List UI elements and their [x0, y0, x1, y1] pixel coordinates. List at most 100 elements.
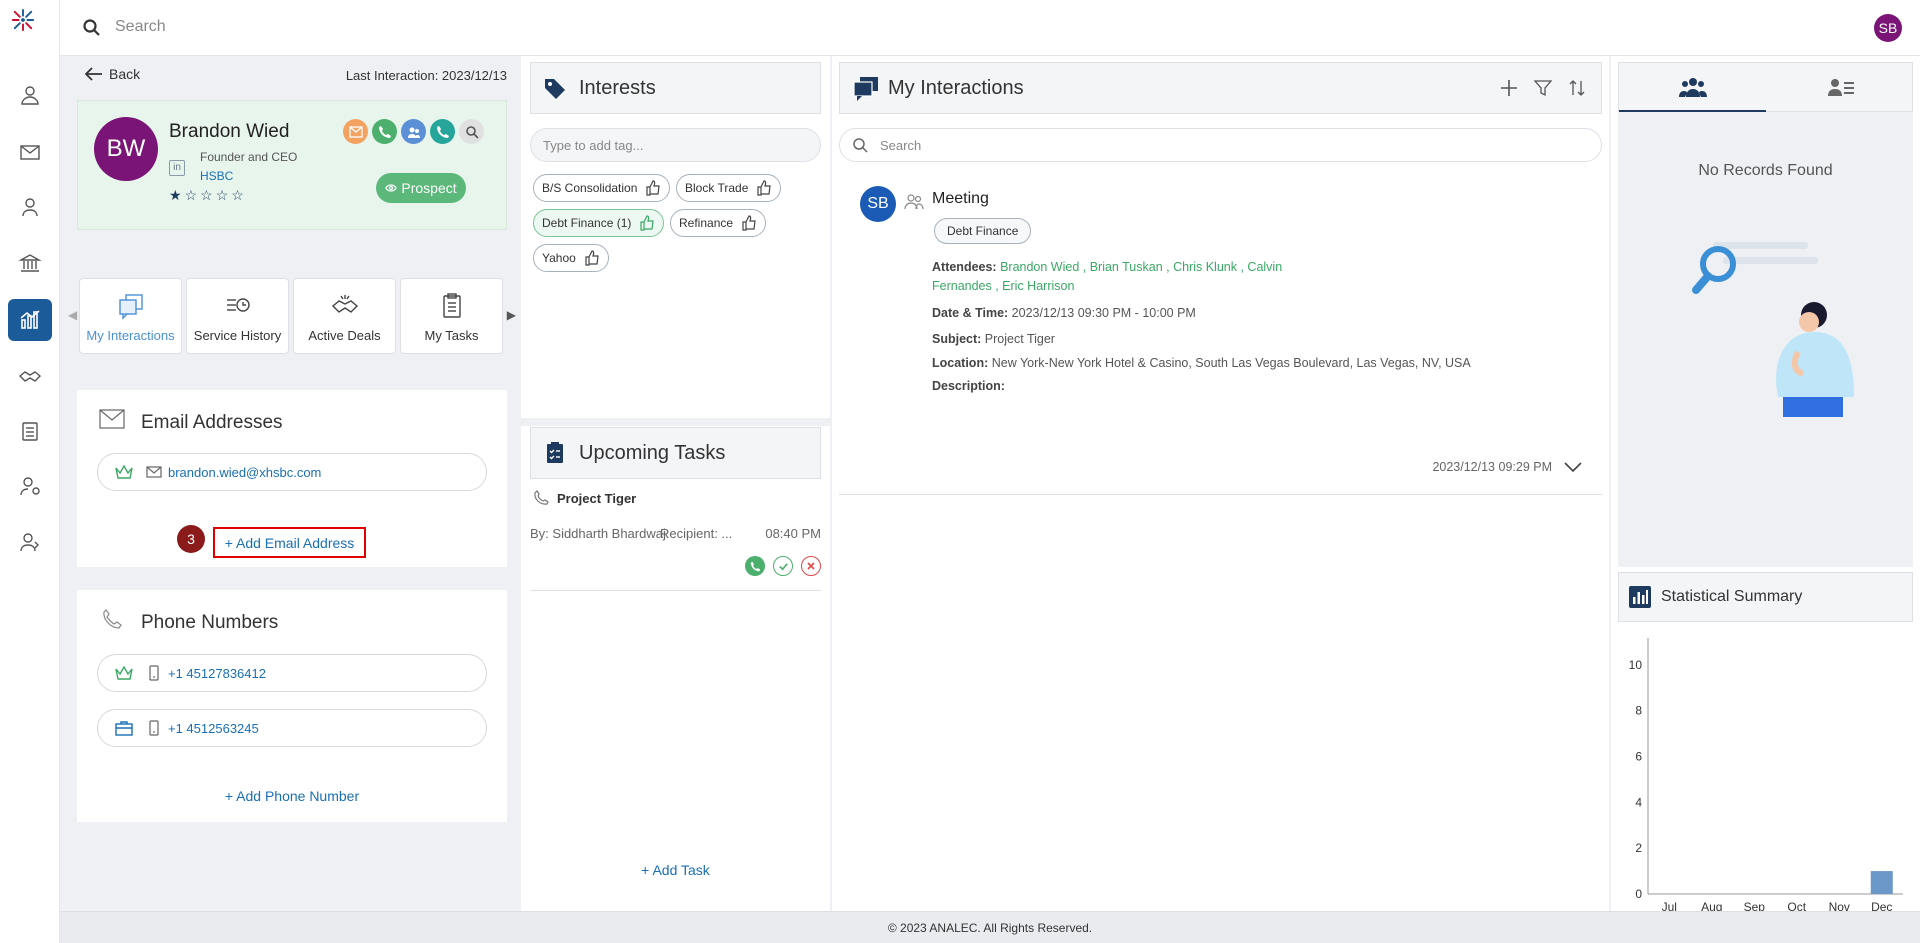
arrow-left-icon — [85, 67, 102, 81]
interest-tag[interactable]: Block Trade — [676, 174, 782, 202]
nav-user-settings-icon[interactable] — [8, 465, 52, 507]
phone-value[interactable]: +1 4512563245 — [168, 721, 259, 736]
thumbs-up-icon[interactable] — [584, 250, 600, 266]
thumbs-up-icon[interactable] — [639, 215, 655, 231]
side-column: No Records Found Statistical Summary 0 2 4… — [1611, 56, 1920, 912]
phone-action-icon[interactable] — [372, 119, 397, 144]
thumbs-up-icon[interactable] — [645, 180, 661, 196]
task-recipient: Recipient: ... — [660, 526, 733, 541]
eye-icon — [385, 184, 398, 192]
status-badge[interactable]: Prospect — [376, 173, 466, 203]
phone-numbers-card: Phone Numbers +1 45127836412 +1 45125632… — [77, 590, 507, 822]
task-time: 08:40 PM — [765, 526, 821, 541]
tabs-scroll-left-icon[interactable]: ◀ — [68, 308, 77, 322]
task-call-icon[interactable] — [745, 556, 765, 576]
interactions-title: My Interactions — [888, 77, 1024, 99]
tag-label: Debt Finance (1) — [542, 216, 632, 230]
y-tick-label: 10 — [1629, 658, 1643, 672]
task-owner: By: Siddharth Bhardwaj — [530, 526, 666, 541]
star-empty-icon[interactable]: ☆ — [200, 187, 213, 204]
tab-label: Service History — [193, 328, 282, 343]
nav-analytics-icon[interactable] — [8, 299, 52, 341]
contact-tabs: ◀ My Interactions Service History Active… — [68, 278, 516, 356]
interactions-tools — [1499, 77, 1587, 99]
interactions-search-input[interactable]: Search — [839, 128, 1602, 162]
contact-card-icon — [1827, 79, 1854, 96]
last-interaction: Last Interaction: 2023/12/13 — [345, 68, 507, 83]
interest-tag[interactable]: Debt Finance (1) — [533, 209, 665, 237]
thumbs-up-icon[interactable] — [741, 215, 757, 231]
back-button[interactable]: Back — [85, 66, 140, 82]
nav-bank-icon[interactable] — [8, 242, 52, 284]
phone-row[interactable]: +1 45127836412 — [97, 654, 487, 692]
tab-service-history[interactable]: Service History — [186, 278, 289, 354]
contact-avatar: BW — [94, 117, 158, 181]
tab-contact-card[interactable] — [1767, 63, 1914, 113]
step-badge: 3 — [177, 525, 205, 553]
search-icon — [853, 138, 868, 153]
email-row[interactable]: brandon.wied@xhsbc.com — [97, 453, 487, 491]
add-phone-button[interactable]: + Add Phone Number — [77, 788, 507, 804]
filter-icon[interactable] — [1533, 77, 1553, 99]
tab-team[interactable] — [1619, 63, 1766, 113]
star-empty-icon[interactable]: ☆ — [185, 187, 198, 204]
attendees-line-1[interactable]: Brandon Wied , Brian Tuskan , Chris Klun… — [1000, 260, 1282, 274]
linkedin-icon[interactable]: in — [169, 160, 185, 176]
nav-deals-icon[interactable] — [8, 355, 52, 397]
star-empty-icon[interactable]: ☆ — [231, 187, 244, 204]
interaction-type: Meeting — [932, 190, 989, 207]
nav-mail-icon[interactable] — [8, 131, 52, 173]
interest-tag[interactable]: Yahoo — [533, 244, 609, 272]
tab-my-tasks[interactable]: My Tasks — [400, 278, 503, 354]
tag-label: Refinance — [679, 216, 734, 230]
interest-tag[interactable]: B/S Consolidation — [533, 174, 671, 202]
global-search-input[interactable]: Search — [115, 18, 166, 36]
tab-active-deals[interactable]: Active Deals — [293, 278, 396, 354]
meeting-action-icon[interactable] — [401, 119, 426, 144]
nav-person-icon[interactable] — [8, 186, 52, 228]
task-complete-icon[interactable] — [773, 556, 793, 576]
contact-company[interactable]: HSBC — [200, 169, 233, 183]
contact-name: Brandon Wied — [169, 121, 290, 142]
datetime-value: 2023/12/13 09:30 PM - 10:00 PM — [1011, 306, 1196, 320]
add-email-button[interactable]: + Add Email Address — [213, 527, 366, 558]
rating-stars[interactable]: ★ ☆ ☆ ☆ ☆ — [169, 187, 244, 204]
clipboard-icon — [442, 293, 461, 318]
datetime-field: Date & Time: 2023/12/13 09:30 PM - 10:00… — [932, 304, 1492, 323]
tag-input[interactable]: Type to add tag... — [530, 128, 821, 162]
task-item[interactable]: Project Tiger — [533, 490, 636, 506]
email-value[interactable]: brandon.wied@xhsbc.com — [168, 465, 321, 480]
statistical-summary-title: Statistical Summary — [1661, 588, 1803, 605]
star-empty-icon[interactable]: ☆ — [216, 187, 229, 204]
star-filled-icon[interactable]: ★ — [169, 187, 182, 204]
copyright-text: © 2023 ANALEC. All Rights Reserved. — [887, 920, 1093, 935]
app-logo[interactable] — [11, 8, 49, 46]
phone-value[interactable]: +1 45127836412 — [168, 666, 266, 681]
interactions-header: My Interactions — [839, 62, 1602, 114]
phone-section-title: Phone Numbers — [141, 612, 279, 633]
add-task-button[interactable]: + Add Task — [521, 862, 830, 878]
interest-tag[interactable]: Refinance — [670, 209, 767, 237]
search-contact-icon[interactable] — [459, 119, 484, 144]
search-icon[interactable] — [82, 18, 102, 38]
nav-contacts-icon[interactable] — [8, 74, 52, 116]
interests-header: Interests — [530, 62, 821, 114]
call-log-action-icon[interactable] — [430, 119, 455, 144]
thumbs-up-icon[interactable] — [756, 180, 772, 196]
email-action-icon[interactable] — [343, 119, 368, 144]
add-icon[interactable] — [1499, 77, 1519, 99]
nav-user-admin-icon[interactable] — [8, 521, 52, 563]
chevron-down-icon[interactable] — [1564, 462, 1582, 472]
y-tick-label: 0 — [1635, 887, 1642, 901]
user-avatar[interactable]: SB — [1874, 14, 1902, 42]
interaction-item[interactable]: SB Meeting Debt Finance Attendees: Brand… — [832, 176, 1609, 494]
tabs-scroll-right-icon[interactable]: ▶ — [507, 308, 516, 322]
envelope-small-icon — [146, 466, 162, 478]
task-cancel-icon[interactable] — [801, 556, 821, 576]
phone-row[interactable]: +1 4512563245 — [97, 709, 487, 747]
sort-icon[interactable] — [1567, 77, 1587, 99]
nav-tasks-icon[interactable] — [8, 410, 52, 452]
attendees-line-2[interactable]: Fernandes , Eric Harrison — [932, 279, 1074, 293]
interaction-tag[interactable]: Debt Finance — [934, 218, 1032, 244]
tab-my-interactions[interactable]: My Interactions — [79, 278, 182, 354]
